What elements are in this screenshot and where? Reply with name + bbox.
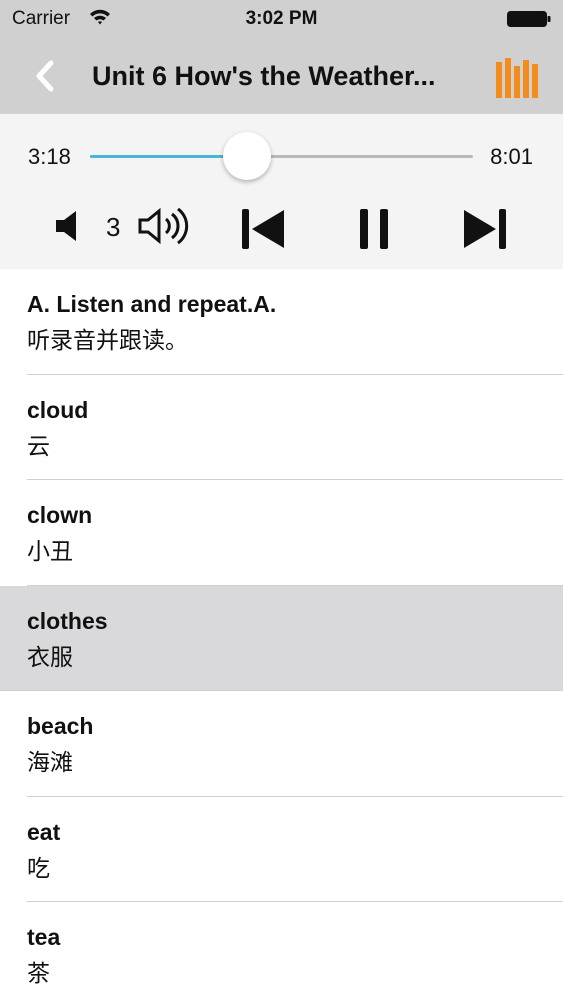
item-chinese: 小丑 (27, 539, 73, 565)
playlist-bars-icon[interactable] (494, 58, 538, 98)
back-chevron-icon[interactable] (30, 58, 60, 94)
progress-slider[interactable] (90, 155, 473, 158)
item-chinese: 听录音并跟读。 (27, 328, 188, 354)
item-chinese: 茶 (27, 961, 50, 987)
item-english: cloud (27, 396, 89, 423)
list-item[interactable]: A. Listen and repeat.A. 听录音并跟读。 (0, 269, 563, 375)
item-chinese: 海滩 (27, 750, 73, 776)
item-english: clothes (27, 607, 108, 634)
nav-bar: Unit 6 How's the Weather... (0, 38, 563, 114)
item-chinese: 云 (27, 433, 50, 460)
pause-icon[interactable] (358, 208, 390, 250)
item-english: tea (27, 924, 61, 950)
item-chinese: 衣服 (27, 644, 73, 671)
list-item[interactable]: eat 吃 (0, 797, 563, 902)
progress-thumb[interactable] (223, 132, 272, 180)
battery-icon (507, 11, 551, 27)
volume-down-icon[interactable] (54, 208, 82, 244)
page-title: Unit 6 How's the Weather... (92, 61, 436, 91)
item-english: eat (27, 818, 61, 845)
list-item[interactable]: beach 海滩 (0, 691, 563, 797)
previous-track-icon[interactable] (240, 208, 286, 250)
elapsed-time: 3:18 (28, 144, 71, 169)
list-item-selected[interactable]: clothes 衣服 (0, 585, 563, 691)
item-english: clown (27, 502, 93, 528)
volume-up-icon[interactable] (138, 206, 190, 246)
status-time: 3:02 PM (245, 8, 318, 29)
item-english: A. Listen and repeat.A. (27, 291, 277, 317)
audio-player: 3:18 8:01 3 (0, 114, 563, 269)
list-item[interactable]: cloud 云 (0, 375, 563, 480)
item-english: beach (27, 713, 94, 739)
status-bar: Carrier 3:02 PM (0, 0, 563, 38)
list-item[interactable]: tea 茶 (0, 902, 563, 1008)
word-list: A. Listen and repeat.A. 听录音并跟读。 cloud 云 … (0, 269, 563, 1008)
volume-level: 3 (106, 212, 121, 242)
list-item[interactable]: clown 小丑 (0, 480, 563, 586)
item-chinese: 吃 (27, 855, 50, 882)
next-track-icon[interactable] (462, 208, 508, 250)
total-time: 8:01 (490, 144, 533, 169)
